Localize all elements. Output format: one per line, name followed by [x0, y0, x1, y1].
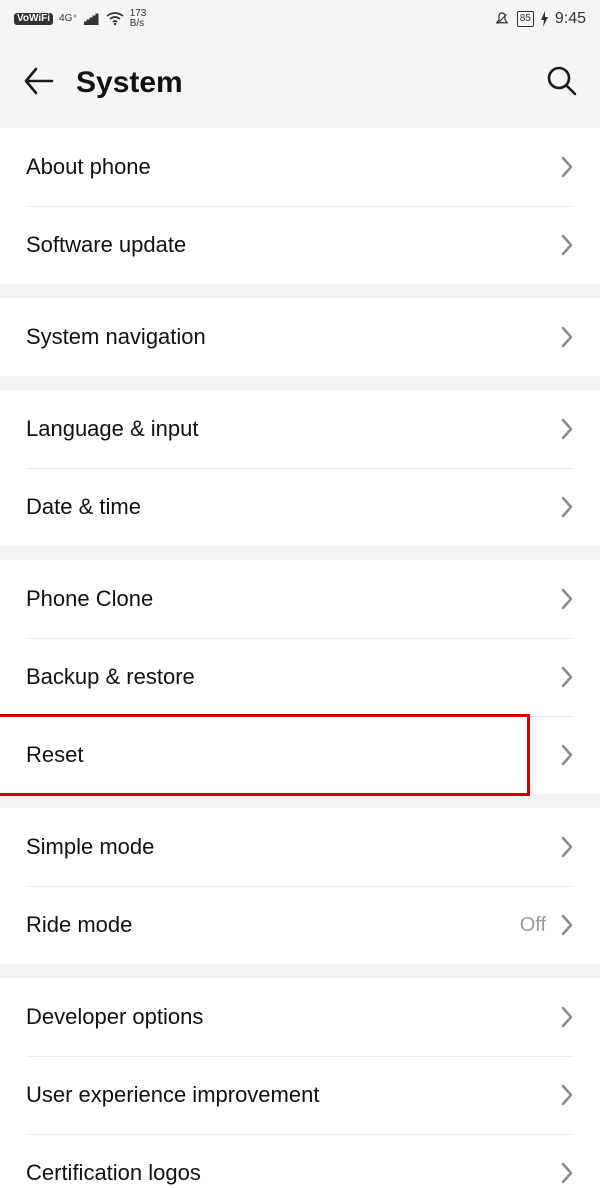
row-ride[interactable]: Ride mode Off [0, 886, 600, 964]
row-sysnav[interactable]: System navigation [0, 298, 600, 376]
chevron-right-icon [560, 325, 574, 349]
section: Developer options User experience improve… [0, 978, 600, 1188]
chevron-right-icon [560, 835, 574, 859]
chevron-right-icon [560, 155, 574, 179]
row-label: Simple mode [26, 834, 154, 860]
network-type: 4G⁺ [59, 14, 78, 24]
row-label: Date & time [26, 494, 141, 520]
battery-level: 85 [517, 11, 534, 27]
row-ux[interactable]: User experience improvement [0, 1056, 600, 1134]
page-title: System [76, 66, 183, 100]
charging-icon [540, 11, 549, 27]
row-cert[interactable]: Certification logos [0, 1134, 600, 1188]
row-label: User experience improvement [26, 1082, 319, 1108]
section: Simple mode Ride mode Off [0, 808, 600, 964]
chevron-right-icon [560, 1161, 574, 1185]
chevron-right-icon [560, 743, 574, 767]
row-date[interactable]: Date & time [0, 468, 600, 546]
row-about[interactable]: About phone [0, 128, 600, 206]
row-label: About phone [26, 154, 151, 180]
row-dev[interactable]: Developer options [0, 978, 600, 1056]
row-label: Backup & restore [26, 664, 195, 690]
row-label: Ride mode [26, 912, 132, 938]
back-arrow-icon [22, 65, 54, 97]
row-label: System navigation [26, 324, 206, 350]
row-label: Developer options [26, 1004, 203, 1030]
search-button[interactable] [546, 65, 578, 102]
row-simple[interactable]: Simple mode [0, 808, 600, 886]
status-right: 85 9:45 [493, 10, 586, 28]
row-backup[interactable]: Backup & restore [0, 638, 600, 716]
mute-icon [493, 10, 511, 28]
chevron-right-icon [560, 233, 574, 257]
section: Phone Clone Backup & restore Reset [0, 560, 600, 794]
chevron-right-icon [560, 665, 574, 689]
clock: 9:45 [555, 10, 586, 28]
header-bar: System [0, 38, 600, 128]
search-icon [546, 65, 578, 97]
row-label: Software update [26, 232, 186, 258]
back-button[interactable] [22, 65, 54, 102]
section: System navigation [0, 298, 600, 376]
row-lang[interactable]: Language & input [0, 390, 600, 468]
chevron-right-icon [560, 417, 574, 441]
section: About phone Software update [0, 128, 600, 284]
network-speed: 173 B/s [130, 9, 147, 30]
row-label: Certification logos [26, 1160, 201, 1186]
row-reset[interactable]: Reset [0, 716, 600, 794]
row-label: Language & input [26, 416, 199, 442]
chevron-right-icon [560, 1005, 574, 1029]
section: Language & input Date & time [0, 390, 600, 546]
status-left: VoWiFi 4G⁺ 173 B/s [14, 9, 146, 30]
row-swupdate[interactable]: Software update [0, 206, 600, 284]
row-label: Phone Clone [26, 586, 153, 612]
signal-icon [84, 13, 100, 25]
row-clone[interactable]: Phone Clone [0, 560, 600, 638]
chevron-right-icon [560, 913, 574, 937]
status-bar: VoWiFi 4G⁺ 173 B/s [0, 0, 600, 38]
chevron-right-icon [560, 495, 574, 519]
row-value: Off [520, 914, 552, 937]
chevron-right-icon [560, 587, 574, 611]
wifi-icon [106, 12, 124, 26]
row-label: Reset [26, 742, 83, 768]
vowifi-badge: VoWiFi [14, 13, 53, 25]
chevron-right-icon [560, 1083, 574, 1107]
